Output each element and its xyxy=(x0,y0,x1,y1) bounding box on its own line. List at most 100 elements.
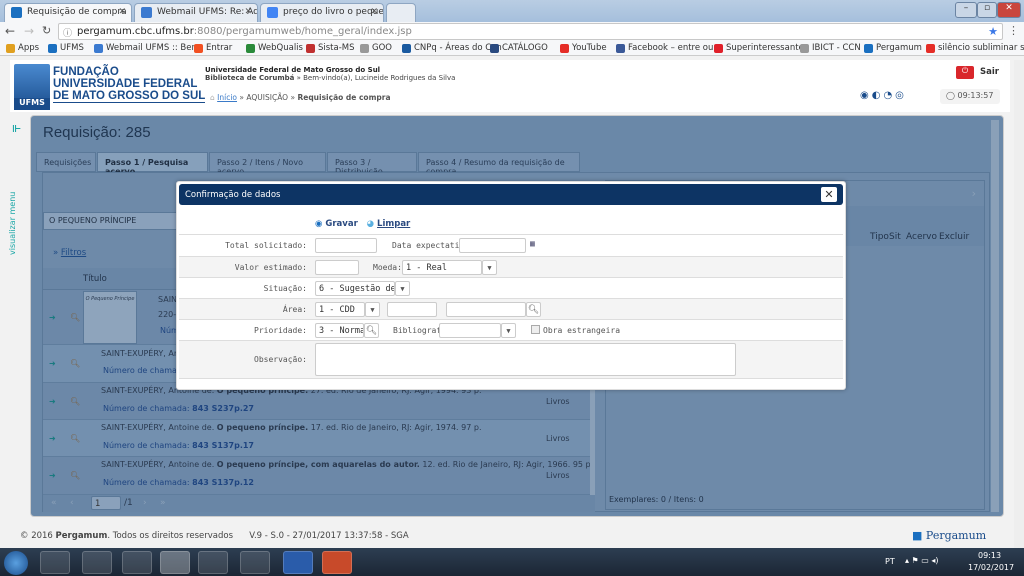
language-indicator[interactable]: PT xyxy=(885,557,895,566)
firefox-taskbar-icon[interactable] xyxy=(240,551,270,574)
book-cover-image[interactable]: O Pequeno Príncipe xyxy=(83,291,137,344)
chevron-down-icon[interactable]: ▼ xyxy=(365,302,380,317)
bookmark-item[interactable]: Apps xyxy=(6,43,39,53)
show-menu-link[interactable]: visualizar menu xyxy=(8,192,17,255)
bookmark-item[interactable]: CNPq - Áreas do Con xyxy=(402,43,502,53)
ufms-logo[interactable]: UFMS xyxy=(14,64,50,110)
chevron-down-icon[interactable]: ▼ xyxy=(395,281,410,296)
logout-icon[interactable]: ⏻ xyxy=(956,66,974,79)
maximize-button[interactable]: ▫ xyxy=(977,2,997,18)
bookmark-item[interactable]: Superinteressante xyxy=(714,43,804,53)
area-select[interactable]: 1 - CDD xyxy=(315,302,365,317)
search-icon[interactable]: 🔍︎ xyxy=(70,397,80,406)
menu-toggle-icon[interactable]: ⊩ xyxy=(12,124,21,135)
search-icon[interactable]: 🔍︎ xyxy=(364,323,379,338)
bookmark-item[interactable]: UFMS xyxy=(48,43,84,53)
chrome-taskbar-icon[interactable] xyxy=(160,551,190,574)
help-icons[interactable]: ◉◐◔◎ xyxy=(860,90,907,101)
bookmark-item[interactable]: WebQualis xyxy=(246,43,303,53)
reload-icon[interactable]: ↻ xyxy=(42,24,51,37)
back-icon[interactable]: ← xyxy=(5,24,15,38)
select-arrow-icon[interactable]: ➜ xyxy=(49,359,56,368)
panel-scrollbar[interactable] xyxy=(991,120,999,512)
new-tab-button[interactable] xyxy=(386,3,416,22)
bookmark-item[interactable]: Facebook – entre ou xyxy=(616,43,713,53)
tray-icons[interactable]: ▴ ⚑ ▭ ◂) xyxy=(905,556,939,565)
explorer-taskbar-icon[interactable] xyxy=(40,551,70,574)
page-scrollbar[interactable] xyxy=(1014,60,1024,548)
clock-time[interactable]: 09:13 xyxy=(978,551,1001,560)
media-taskbar-icon[interactable] xyxy=(122,551,152,574)
logout-button[interactable]: Sair xyxy=(980,67,999,77)
bookmark-star-icon[interactable]: ★ xyxy=(988,25,998,38)
search-icon[interactable]: 🔍︎ xyxy=(70,434,80,443)
chevron-right-icon[interactable]: › xyxy=(972,187,976,200)
save-button[interactable]: ◉ Gravar xyxy=(315,219,358,229)
next-page-button[interactable]: › xyxy=(143,498,147,508)
clock-date[interactable]: 17/02/2017 xyxy=(968,563,1014,572)
chevron-down-icon[interactable]: ▼ xyxy=(501,323,516,338)
bookmark-item[interactable]: Webmail UFMS :: Ber xyxy=(94,43,195,53)
area-code-input[interactable] xyxy=(387,302,437,317)
close-tab-icon[interactable]: ✕ xyxy=(370,7,378,17)
tab-step-4[interactable]: Passo 4 / Resumo da requisição de compra xyxy=(418,152,580,176)
select-arrow-icon[interactable]: ➜ xyxy=(49,471,56,480)
browser-tab-webmail[interactable]: Webmail UFMS: Re: Aqu ✕ xyxy=(134,3,258,22)
address-bar[interactable]: ⓘ pergamum.cbc.ufms.br:8080/pergamumweb/… xyxy=(58,23,1003,40)
select-arrow-icon[interactable]: ➜ xyxy=(49,434,56,443)
bookmark-item[interactable]: Sista-MS xyxy=(306,43,355,53)
foreign-work-checkbox[interactable] xyxy=(531,325,540,334)
tab-step-0[interactable]: Requisições xyxy=(36,152,96,172)
area-description-input[interactable] xyxy=(446,302,526,317)
minimize-button[interactable]: – xyxy=(955,2,977,18)
app-taskbar-icon[interactable] xyxy=(198,551,228,574)
total-requested-input[interactable] xyxy=(315,238,377,253)
calendar-icon[interactable]: ▦ xyxy=(530,239,535,248)
status-select[interactable]: 6 - Sugestão de Co xyxy=(315,281,395,296)
close-tab-icon[interactable]: ✕ xyxy=(244,7,252,17)
close-window-button[interactable]: ✕ xyxy=(997,2,1021,18)
bookmark-item[interactable]: CATÁLOGO xyxy=(490,43,548,53)
chevron-down-icon[interactable]: ▼ xyxy=(482,260,497,275)
estimated-value-input[interactable] xyxy=(315,260,359,275)
forward-icon[interactable]: → xyxy=(24,24,34,38)
select-arrow-icon[interactable]: ➜ xyxy=(49,397,56,406)
last-page-button[interactable]: » xyxy=(160,498,166,508)
observation-textarea[interactable] xyxy=(315,343,736,376)
tab-step-2[interactable]: Passo 2 / Itens / Novo acervo xyxy=(209,152,326,176)
menu-icon[interactable]: ⋮ xyxy=(1008,24,1019,37)
filters-toggle[interactable]: » Filtros xyxy=(53,248,86,258)
close-tab-icon[interactable]: ✕ xyxy=(118,7,126,17)
result-row[interactable]: ➜ 🔍︎ SAINT-EXUPÉRY, Antoine de. O pequeno … xyxy=(43,420,595,457)
clear-button[interactable]: ◕ Limpar xyxy=(367,219,411,229)
page-input[interactable]: 1 xyxy=(91,496,121,510)
bookmark-item[interactable]: Entrar xyxy=(194,43,232,53)
first-page-button[interactable]: « xyxy=(51,498,57,508)
browser-tab-google[interactable]: preço do livro o pequen ✕ xyxy=(260,3,384,22)
result-row[interactable]: ➜ 🔍︎ SAINT-EXUPÉRY, Antoine de. O pequeno … xyxy=(43,457,595,495)
bookmark-item[interactable]: YouTube xyxy=(560,43,607,53)
browser-tab-requisicao[interactable]: Requisição de compra ✕ xyxy=(4,3,132,22)
search-icon[interactable]: 🔍︎ xyxy=(70,471,80,480)
currency-select[interactable]: 1 - Real xyxy=(402,260,482,275)
search-icon[interactable]: 🔍︎ xyxy=(526,302,541,317)
expected-date-input[interactable] xyxy=(459,238,526,253)
start-button[interactable] xyxy=(4,551,28,575)
tab-step-3[interactable]: Passo 3 / Distribuição xyxy=(327,152,417,176)
bookmark-item[interactable]: silêncio subliminar su xyxy=(926,43,1024,53)
tab-step-1[interactable]: Passo 1 / Pesquisa acervo xyxy=(97,152,208,176)
select-arrow-icon[interactable]: ➜ xyxy=(49,313,56,322)
close-dialog-button[interactable]: ✕ xyxy=(821,187,837,202)
word-taskbar-icon[interactable] xyxy=(283,551,313,574)
ie-taskbar-icon[interactable] xyxy=(82,551,112,574)
search-icon[interactable]: 🔍︎ xyxy=(70,313,80,322)
bookmark-item[interactable]: Pergamum xyxy=(864,43,922,53)
prev-page-button[interactable]: ‹ xyxy=(70,498,74,508)
bookmark-item[interactable]: IBICT - CCN xyxy=(800,43,861,53)
breadcrumb-aquisicao[interactable]: AQUISIÇÃO xyxy=(246,93,288,102)
priority-input[interactable]: 3 - Normal xyxy=(315,323,364,338)
bookmark-item[interactable]: GOO xyxy=(360,43,392,53)
breadcrumb-home-link[interactable]: Início xyxy=(217,93,237,102)
powerpoint-taskbar-icon[interactable] xyxy=(322,551,352,574)
search-icon[interactable]: 🔍︎ xyxy=(70,359,80,368)
